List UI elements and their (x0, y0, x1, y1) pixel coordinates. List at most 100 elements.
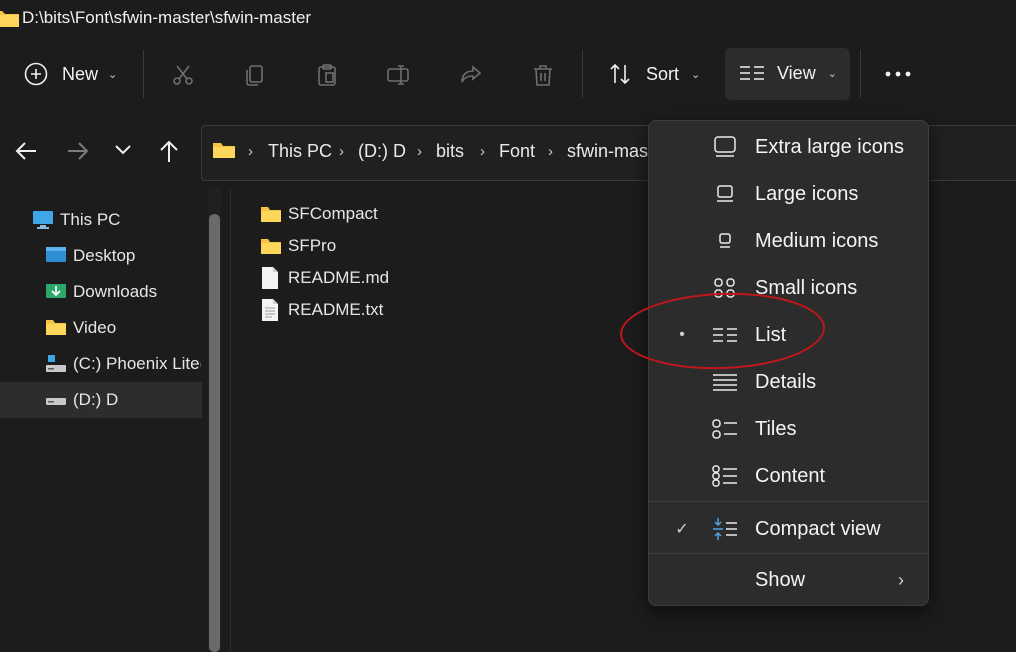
chevron-down-icon: ⌄ (691, 68, 701, 81)
folder-icon (260, 237, 282, 255)
content-icon (711, 463, 739, 489)
menu-item-label: Content (755, 464, 826, 487)
menu-item-label: Compact view (755, 517, 881, 540)
document-icon (260, 266, 282, 290)
command-bar: New ⌄ Sort ⌄ View ⌄ (0, 36, 1016, 115)
new-button[interactable]: New ⌄ (24, 62, 117, 86)
drive-icon (45, 354, 67, 374)
rename-icon[interactable] (386, 63, 412, 87)
folder-icon (212, 141, 236, 164)
folder-icon (260, 205, 282, 223)
list-item[interactable]: README.txt (260, 296, 383, 324)
breadcrumb-bits[interactable]: bits (436, 141, 464, 162)
folder-icon (45, 318, 67, 338)
drive-icon (45, 390, 67, 410)
sidebar-item-label: Desktop (73, 246, 136, 265)
chevron-right-icon: › (898, 569, 904, 590)
menu-separator (649, 553, 928, 554)
up-arrow-icon[interactable] (158, 139, 180, 163)
back-arrow-icon[interactable] (14, 140, 38, 162)
sidebar-item-label: Video (73, 318, 117, 337)
breadcrumb-chevron-icon: › (339, 143, 344, 160)
title-bar: D:\bits\Font\sfwin-master\sfwin-master (0, 0, 1016, 36)
folder-icon (0, 8, 20, 33)
menu-item-label: Large icons (755, 182, 859, 205)
menu-item-label: Tiles (755, 417, 797, 440)
large-icons-icon (711, 181, 739, 207)
sidebar-item-label: (D:) D (73, 390, 119, 409)
list-item[interactable]: README.md (260, 264, 389, 292)
sidebar-item-label: (C:) Phoenix Lite( (73, 354, 201, 373)
new-label: New (62, 63, 99, 84)
monitor-icon (32, 210, 54, 230)
menu-item-label: Extra large icons (755, 135, 904, 158)
menu-item-label: Show (755, 568, 806, 591)
medium-icons-icon (711, 228, 739, 254)
window-title: D:\bits\Font\sfwin-master\sfwin-master (22, 8, 312, 27)
nav-scrollbar[interactable] (209, 214, 220, 652)
sidebar-item-desktop[interactable]: Desktop (0, 238, 202, 274)
view-list-icon (739, 62, 765, 84)
list-item[interactable]: SFCompact (260, 200, 378, 228)
sidebar-item-label: Downloads (73, 282, 158, 301)
menu-item-medium-icons[interactable]: Medium icons (649, 219, 928, 263)
tiles-icon (711, 416, 739, 442)
sidebar-item-drive-d[interactable]: (D:) D (0, 382, 202, 418)
menu-item-compact-view[interactable]: ✓ Compact view (649, 507, 928, 551)
compact-view-icon (711, 516, 739, 542)
text-document-icon (260, 298, 282, 322)
list-item[interactable]: SFPro (260, 232, 336, 260)
file-name: SFPro (288, 236, 337, 255)
sort-button[interactable]: Sort ⌄ (608, 62, 700, 86)
file-name: SFCompact (288, 204, 378, 223)
breadcrumb-this-pc[interactable]: This PC (268, 141, 332, 162)
share-icon[interactable] (459, 63, 483, 87)
sidebar-item-drive-c[interactable]: (C:) Phoenix Lite( (0, 346, 202, 382)
breadcrumb-chevron-icon: › (548, 143, 553, 160)
breadcrumb-chevron-icon: › (248, 143, 253, 160)
recent-locations-chevron-icon[interactable] (114, 144, 132, 156)
sidebar-item-video[interactable]: Video (0, 310, 202, 346)
sidebar-item-this-pc[interactable]: This PC (0, 202, 202, 238)
copy-icon[interactable] (243, 63, 267, 87)
breadcrumb-drive-d[interactable]: (D:) D (358, 141, 406, 162)
menu-item-content[interactable]: Content (649, 454, 928, 498)
sidebar-item-label: This PC (60, 210, 121, 229)
downloads-icon (45, 282, 67, 302)
menu-item-large-icons[interactable]: Large icons (649, 172, 928, 216)
breadcrumb-chevron-icon: › (480, 143, 485, 160)
details-icon (711, 369, 739, 395)
pane-divider[interactable] (230, 188, 231, 652)
extra-large-icons-icon (711, 134, 739, 160)
desktop-icon (45, 246, 67, 266)
more-icon[interactable] (884, 64, 912, 84)
forward-arrow-icon[interactable] (66, 140, 90, 162)
sidebar-item-downloads[interactable]: Downloads (0, 274, 202, 310)
chevron-down-icon: ⌄ (108, 68, 118, 81)
toolbar-separator (582, 50, 583, 98)
checkmark-icon: ✓ (675, 521, 689, 538)
cut-icon[interactable] (171, 63, 195, 87)
menu-item-label: Details (755, 370, 817, 393)
delete-icon[interactable] (531, 63, 555, 87)
menu-item-label: Medium icons (755, 229, 879, 252)
menu-item-show[interactable]: Show › (649, 558, 928, 602)
paste-icon[interactable] (315, 63, 339, 87)
breadcrumb-chevron-icon: › (417, 143, 422, 160)
sort-label: Sort (646, 63, 680, 84)
file-name: README.md (288, 268, 390, 287)
breadcrumb-sfwin-master[interactable]: sfwin-mas (567, 141, 648, 162)
navigation-pane: This PC Desktop Downloads Video (C:) Pho… (0, 188, 202, 652)
breadcrumb-font[interactable]: Font (499, 141, 535, 162)
toolbar-separator (143, 50, 144, 98)
sort-icon (608, 62, 632, 86)
view-button[interactable]: View ⌄ (725, 48, 850, 100)
menu-separator (649, 501, 928, 502)
chevron-down-icon: ⌄ (827, 67, 837, 80)
plus-circle-icon (24, 62, 48, 86)
file-name: README.txt (288, 300, 384, 319)
menu-item-tiles[interactable]: Tiles (649, 407, 928, 451)
toolbar-separator (860, 50, 861, 98)
menu-item-extra-large-icons[interactable]: Extra large icons (649, 125, 928, 169)
view-label: View (777, 62, 816, 83)
